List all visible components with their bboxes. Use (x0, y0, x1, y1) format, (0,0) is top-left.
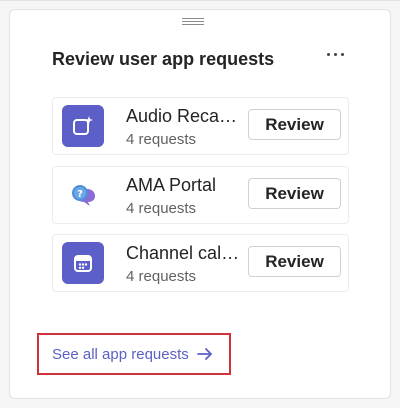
request-count: 4 requests (126, 268, 197, 285)
app-request-row: Channel cal… 4 requests Review (52, 234, 349, 292)
more-dot (326, 52, 330, 56)
request-count: 4 requests (126, 200, 197, 217)
more-dot (333, 52, 337, 56)
more-dot (340, 52, 344, 56)
svg-text:?: ? (77, 189, 83, 200)
see-all-label: See all app requests (52, 345, 189, 363)
see-all-app-requests-link[interactable]: See all app requests (37, 333, 231, 375)
chat-question-icon: ? (62, 174, 104, 216)
sparkle-app-icon (62, 105, 104, 147)
app-name: Channel cal… (126, 243, 240, 263)
app-requests-card: Review user app requests Audio Reca… 4 r… (9, 9, 391, 399)
request-count: 4 requests (126, 131, 197, 148)
drag-handle-icon[interactable] (182, 18, 204, 25)
app-name: AMA Portal (126, 175, 217, 195)
more-options-button[interactable] (320, 42, 350, 66)
review-button[interactable]: Review (248, 109, 341, 140)
arrow-right-icon (196, 348, 213, 360)
top-divider (0, 0, 400, 1)
app-request-row: Audio Reca… 4 requests Review (52, 97, 349, 155)
review-button[interactable]: Review (248, 246, 341, 277)
review-button[interactable]: Review (248, 178, 341, 209)
app-request-row: ? AMA Portal 4 requests Review (52, 166, 349, 224)
calendar-icon (62, 242, 104, 284)
app-name: Audio Reca… (126, 106, 238, 126)
card-title: Review user app requests (52, 49, 275, 69)
